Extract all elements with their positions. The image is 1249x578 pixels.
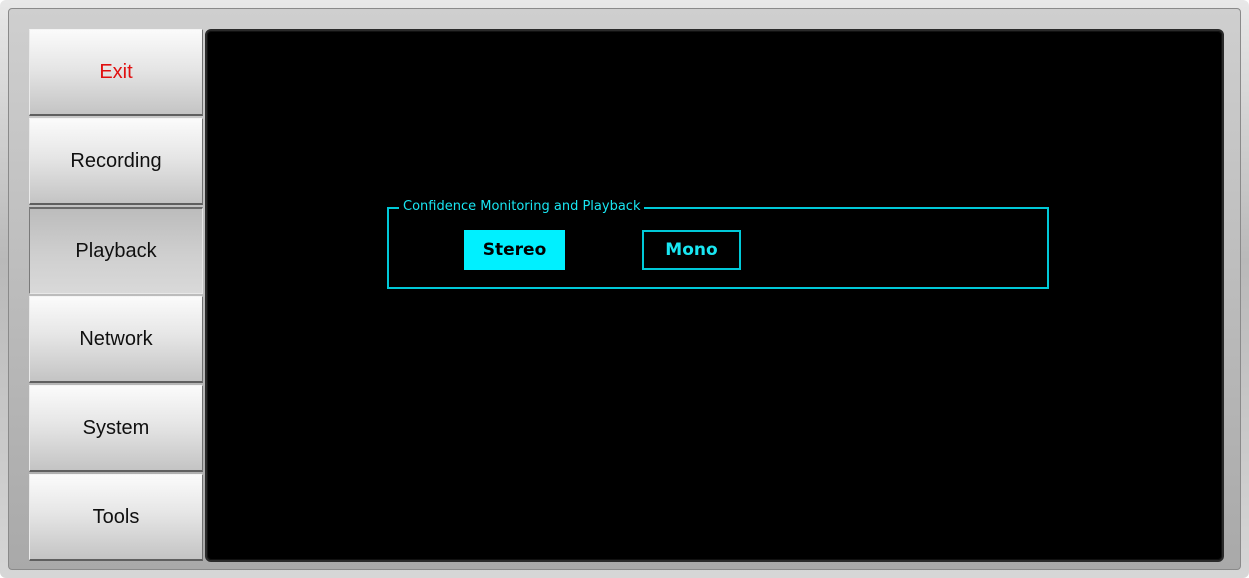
sidebar-nav: Exit Recording Playback Network System T… bbox=[29, 29, 203, 562]
sidebar-item-network[interactable]: Network bbox=[29, 296, 203, 383]
sidebar-item-tools[interactable]: Tools bbox=[29, 474, 203, 561]
sidebar-item-recording[interactable]: Recording bbox=[29, 118, 203, 205]
group-title: Confidence Monitoring and Playback bbox=[399, 199, 645, 215]
sidebar-item-playback[interactable]: Playback bbox=[29, 207, 203, 294]
confidence-monitoring-group: Confidence Monitoring and Playback Stere… bbox=[387, 199, 1049, 289]
sidebar-item-system[interactable]: System bbox=[29, 385, 203, 472]
sidebar-item-exit[interactable]: Exit bbox=[29, 29, 203, 116]
main-screen: Confidence Monitoring and Playback Stere… bbox=[205, 29, 1224, 562]
stereo-button[interactable]: Stereo bbox=[464, 230, 565, 270]
mono-button[interactable]: Mono bbox=[642, 230, 741, 270]
